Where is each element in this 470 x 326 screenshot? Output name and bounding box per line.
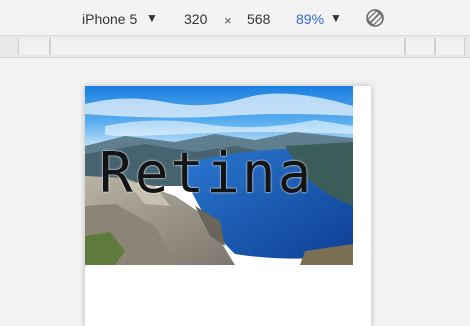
hero-title: Retina bbox=[99, 141, 314, 206]
device-select[interactable]: iPhone 5 bbox=[82, 10, 137, 28]
rotate-icon[interactable] bbox=[365, 8, 385, 28]
hero-image: Retina bbox=[85, 86, 353, 265]
media-query-segment[interactable] bbox=[405, 38, 435, 55]
chevron-down-icon[interactable]: ▼ bbox=[146, 9, 158, 27]
media-query-segment[interactable] bbox=[50, 38, 405, 55]
chevron-down-icon[interactable]: ▼ bbox=[330, 9, 342, 27]
device-toolbar: iPhone 5 ▼ 320 × 568 89% ▼ bbox=[0, 0, 470, 36]
width-input[interactable]: 320 bbox=[184, 10, 207, 28]
dimension-separator: × bbox=[224, 13, 232, 28]
zoom-select[interactable]: 89% bbox=[296, 10, 324, 28]
media-query-segment[interactable] bbox=[18, 38, 50, 55]
device-viewport: Retina bbox=[85, 86, 371, 326]
media-query-bar bbox=[0, 36, 470, 58]
media-query-segment[interactable] bbox=[435, 38, 465, 55]
height-input[interactable]: 568 bbox=[247, 10, 270, 28]
